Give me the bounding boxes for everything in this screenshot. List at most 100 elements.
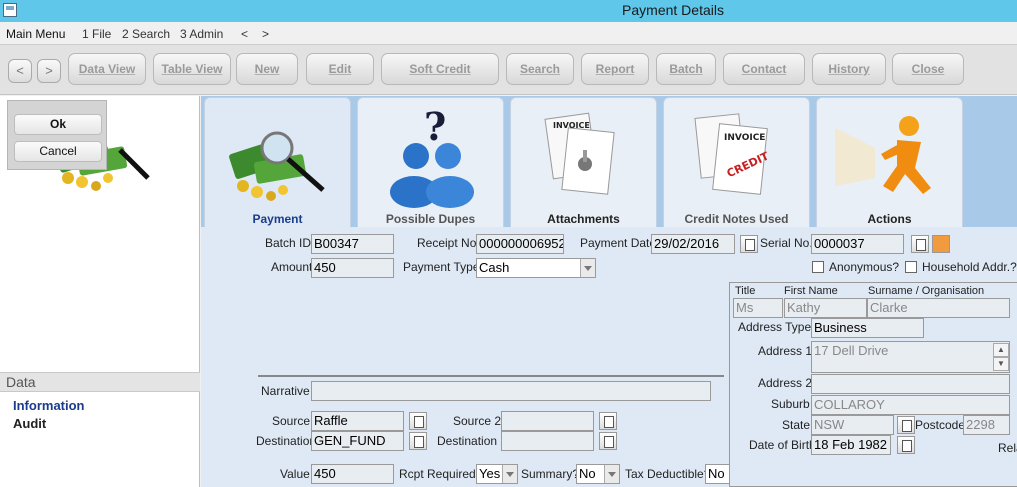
svg-text:INVOICE: INVOICE: [553, 121, 590, 130]
table-view-button[interactable]: Table View: [153, 53, 231, 85]
menu-search[interactable]: 2 Search: [122, 27, 170, 41]
destination-lookup-icon[interactable]: [409, 432, 427, 450]
tab-possible-dupes[interactable]: ? Possible Dupes: [357, 97, 504, 227]
forward-button[interactable]: >: [37, 59, 61, 83]
date-of-birth-label: Date of Birth: [749, 438, 816, 452]
close-button[interactable]: Close: [892, 53, 964, 85]
amount-label: Amount: [271, 260, 313, 274]
destination2-lookup-icon[interactable]: [599, 432, 617, 450]
postcode-field[interactable]: 2298: [963, 415, 1010, 435]
address2-field[interactable]: [811, 374, 1010, 394]
payment-type-value: Cash: [479, 260, 510, 275]
scroll-up-icon[interactable]: ▲: [993, 343, 1009, 357]
title-label: Title: [735, 285, 756, 297]
destination-label: Destination: [256, 434, 317, 448]
running-man-icon[interactable]: [932, 235, 950, 253]
menu-file[interactable]: 1 File: [82, 27, 111, 41]
data-section-header: Data: [0, 372, 200, 392]
menu-main-menu[interactable]: Main Menu: [6, 27, 65, 41]
serial-no-field[interactable]: 0000037: [811, 234, 904, 254]
destination-field[interactable]: GEN_FUND: [311, 431, 404, 451]
chevron-down-icon[interactable]: [502, 465, 517, 483]
data-view-button[interactable]: Data View: [68, 53, 146, 85]
tab-actions[interactable]: Actions: [816, 97, 963, 227]
source2-label: Source 2: [453, 414, 502, 428]
svg-text:INVOICE: INVOICE: [724, 133, 765, 143]
summary-label: Summary?: [521, 467, 580, 481]
address2-label: Address 2: [758, 376, 813, 390]
date-of-birth-field[interactable]: 18 Feb 1982: [811, 435, 891, 455]
state-label: State: [782, 418, 811, 432]
address1-label: Address 1: [758, 344, 813, 358]
report-button[interactable]: Report: [581, 53, 649, 85]
serial-lookup-icon[interactable]: [911, 235, 929, 253]
calendar-icon[interactable]: [740, 235, 758, 253]
narrative-field[interactable]: [311, 381, 711, 401]
suburb-label: Suburb: [771, 397, 810, 411]
chevron-down-icon[interactable]: [580, 259, 595, 277]
first-name-field[interactable]: Kathy: [784, 298, 867, 318]
summary-dropdown[interactable]: No: [576, 464, 620, 484]
tab-actions-label: Actions: [867, 212, 912, 226]
rcpt-required-label: Rcpt Required?: [399, 467, 483, 481]
serial-no-label: Serial No.: [760, 236, 813, 250]
new-button[interactable]: New: [236, 53, 298, 85]
cancel-button[interactable]: Cancel: [14, 141, 102, 162]
address1-field[interactable]: 17 Dell Drive: [811, 341, 1010, 373]
rcpt-required-dropdown[interactable]: Yes: [476, 464, 518, 484]
title-field[interactable]: Ms: [733, 298, 783, 318]
value-label: Value: [280, 467, 310, 481]
address-type-label: Address Type: [738, 320, 812, 334]
sidebar-item-information[interactable]: Information: [13, 398, 85, 413]
amount-field[interactable]: 450: [311, 258, 394, 278]
suburb-field[interactable]: COLLAROY: [811, 395, 1010, 415]
surname-label: Surname / Organisation: [868, 285, 985, 297]
payment-type-label: Payment Type: [403, 260, 480, 274]
attachments-icon: INVOICE: [544, 112, 615, 195]
back-button[interactable]: <: [8, 59, 32, 83]
payment-date-field[interactable]: 29/02/2016: [651, 234, 735, 254]
menu-forward[interactable]: >: [262, 27, 269, 41]
ok-button[interactable]: Ok: [14, 114, 102, 135]
scroll-down-icon[interactable]: ▼: [993, 357, 1009, 371]
rela-label: Rela: [998, 441, 1017, 455]
tab-payment[interactable]: Payment: [204, 97, 351, 227]
tax-deductible-value: No: [708, 466, 725, 481]
tab-payment-label: Payment: [252, 212, 303, 226]
menu-admin[interactable]: 3 Admin: [180, 27, 223, 41]
tab-credit-notes-used-label: Credit Notes Used: [684, 212, 789, 226]
soft-credit-button[interactable]: Soft Credit: [381, 53, 499, 85]
source-label: Source: [272, 414, 311, 428]
menu-back[interactable]: <: [241, 27, 248, 41]
history-button[interactable]: History: [812, 53, 886, 85]
batch-button[interactable]: Batch: [656, 53, 716, 85]
destination2-field[interactable]: [501, 431, 594, 451]
contact-button[interactable]: Contact: [723, 53, 805, 85]
value-field[interactable]: 450: [311, 464, 394, 484]
receipt-no-field[interactable]: 000000006952: [476, 234, 564, 254]
state-lookup-icon[interactable]: [897, 416, 915, 434]
address-type-field[interactable]: Business: [811, 318, 924, 338]
sidebar-item-audit[interactable]: Audit: [13, 416, 46, 431]
tab-credit-notes-used[interactable]: INVOICE CREDIT Credit Notes Used: [663, 97, 810, 227]
summary-value: No: [579, 466, 596, 481]
household-address-checkbox[interactable]: [905, 261, 917, 273]
surname-field[interactable]: Clarke: [867, 298, 1010, 318]
tab-attachments[interactable]: INVOICE Attachments: [510, 97, 657, 227]
source-field[interactable]: Raffle: [311, 411, 404, 431]
section-divider: [258, 375, 724, 377]
postcode-label: Postcode: [915, 418, 966, 432]
tax-deductible-label: Tax Deductible?: [625, 467, 711, 481]
possible-dupes-icon: ?: [390, 108, 474, 208]
source2-lookup-icon[interactable]: [599, 412, 617, 430]
anonymous-checkbox[interactable]: [812, 261, 824, 273]
state-field[interactable]: NSW: [811, 415, 894, 435]
chevron-down-icon[interactable]: [604, 465, 619, 483]
edit-button[interactable]: Edit: [306, 53, 374, 85]
batch-id-field[interactable]: B00347: [311, 234, 394, 254]
source-lookup-icon[interactable]: [409, 412, 427, 430]
search-button[interactable]: Search: [506, 53, 574, 85]
source2-field[interactable]: [501, 411, 594, 431]
payment-type-dropdown[interactable]: Cash: [476, 258, 596, 278]
calendar-icon[interactable]: [897, 436, 915, 454]
